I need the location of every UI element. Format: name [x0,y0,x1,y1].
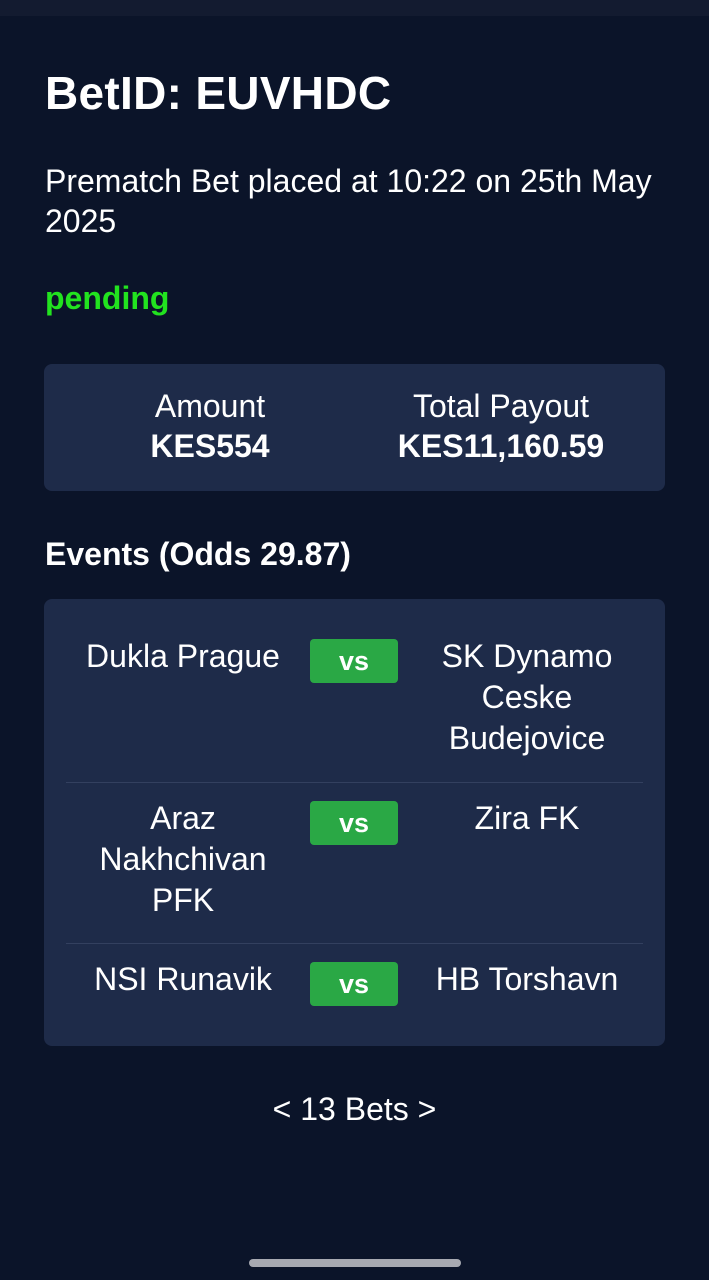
away-team: SK Dynamo Ceske Budejovice [441,638,613,756]
bet-id-title: BetID: EUVHDC [45,67,392,119]
total-payout-label: Total Payout [412,388,590,424]
vs-badge: vs [310,801,398,845]
amount-label: Amount [154,388,266,424]
bet-summary-card: Amount KES554 Total Payout KES11,160.59 [44,364,665,491]
bets-pager[interactable]: < 13 Bets > [0,1091,709,1128]
events-list: Dukla Prague vs SK Dynamo Ceske Budejovi… [44,599,665,1046]
status-bar [0,0,709,16]
events-heading: Events (Odds 29.87) [45,536,351,572]
bet-status-label: pending [45,280,170,316]
vs-badge: vs [310,962,398,1006]
event-row: NSI Runavik vs HB Torshavn [66,943,643,1023]
event-row: Dukla Prague vs SK Dynamo Ceske Budejovi… [66,620,643,783]
away-team: HB Torshavn [435,961,619,997]
home-team: Araz Nakhchivan PFK [99,800,267,918]
home-team: NSI Runavik [94,961,272,997]
bet-placed-info: Prematch Bet placed at 10:22 on 25th May… [45,163,652,239]
amount-value: KES554 [150,428,270,464]
event-row: Araz Nakhchivan PFK vs Zira FK [66,782,643,944]
vs-badge: vs [310,639,398,683]
away-team: Zira FK [474,800,580,836]
amount-block: Amount KES554 [98,386,322,466]
home-indicator[interactable] [249,1259,461,1267]
payout-block: Total Payout KES11,160.59 [373,386,629,466]
home-team: Dukla Prague [86,638,280,674]
total-payout-value: KES11,160.59 [397,428,605,464]
